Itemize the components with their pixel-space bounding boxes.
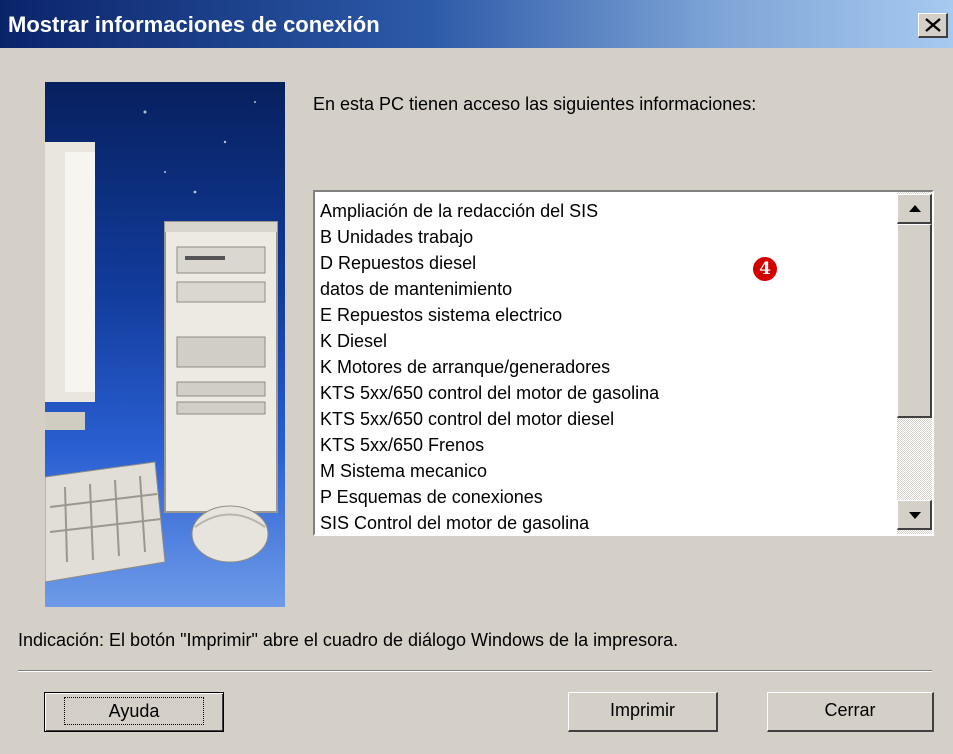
help-button[interactable]: Ayuda [44,692,224,732]
list-item[interactable]: B Unidades trabajo [320,224,895,250]
list-item[interactable]: E Repuestos sistema electrico [320,302,895,328]
window-title: Mostrar informaciones de conexión [8,12,380,37]
list-item[interactable]: datos de mantenimiento [320,276,895,302]
list-item[interactable]: KTS 5xx/650 control del motor de gasolin… [320,380,895,406]
computer-illustration [45,82,285,607]
list-item[interactable]: D Repuestos diesel [320,250,895,276]
close-icon [925,18,941,32]
arrow-up-icon [909,205,921,212]
list-item[interactable]: K Diesel [320,328,895,354]
list-item[interactable]: KTS 5xx/650 Frenos [320,432,895,458]
scroll-thumb[interactable] [897,224,932,418]
print-button-label: Imprimir [610,700,675,720]
close-button[interactable]: Cerrar [767,692,934,732]
list-item[interactable]: P Esquemas de conexiones [320,484,895,510]
separator [18,670,932,672]
help-button-label: Ayuda [63,697,205,725]
list-scrollbar[interactable] [897,192,932,534]
intro-text: En esta PC tienen acceso las siguientes … [313,94,757,114]
information-listbox[interactable]: Ampliación de la redacción del SIS B Uni… [313,190,934,536]
list-item[interactable]: Ampliación de la redacción del SIS [320,198,895,224]
list-item[interactable]: KTS 5xx/650 control del motor diesel [320,406,895,432]
computer-illustration-art [45,101,278,583]
scroll-up-button[interactable] [897,194,932,224]
print-button[interactable]: Imprimir [568,692,718,732]
callout-marker: 4 [753,257,777,281]
hint-text: Indicación: El botón "Imprimir" abre el … [18,630,679,650]
list-item[interactable]: SIS Control del motor de gasolina [320,510,895,534]
information-list: Ampliación de la redacción del SIS B Uni… [320,198,895,534]
close-window-button[interactable] [918,13,948,38]
list-item[interactable]: M Sistema mecanico [320,458,895,484]
connection-info-dialog: Mostrar informaciones de conexión En est… [0,0,953,754]
title-bar: Mostrar informaciones de conexión [0,0,953,48]
scroll-down-button[interactable] [897,500,932,530]
list-item[interactable]: K Motores de arranque/generadores [320,354,895,380]
arrow-down-icon [909,512,921,519]
close-button-label: Cerrar [824,700,876,720]
